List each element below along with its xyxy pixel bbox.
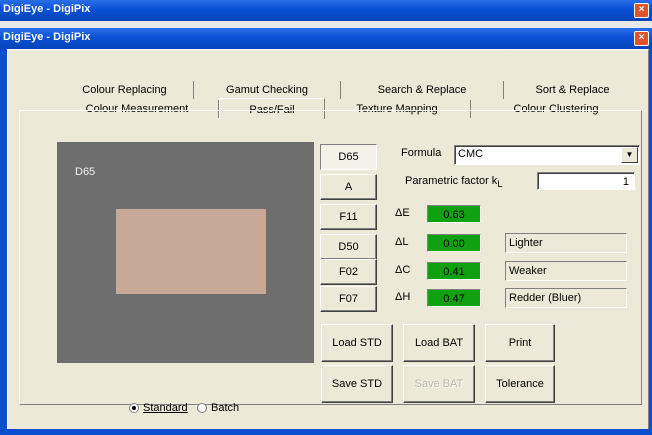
delta-c-label: ΔC [395, 264, 411, 276]
parametric-factor-text: Parametric factor k [405, 175, 498, 187]
outer-window-title: DigiEye - DigiPix [3, 3, 91, 15]
formula-value: CMC [458, 148, 484, 160]
delta-e-value: 0.63 [427, 205, 481, 223]
inner-window-title: DigiEye - DigiPix [3, 31, 91, 43]
delta-h-description: Redder (Bluer) [505, 288, 627, 308]
save-bat-button: Save BAT [403, 365, 475, 403]
colour-swatch [116, 209, 266, 294]
illuminant-button-a[interactable]: A [320, 174, 377, 200]
formula-select[interactable]: CMC ▼ [454, 145, 640, 165]
formula-label: Formula [401, 147, 442, 159]
tab-colour-replacing[interactable]: Colour Replacing [56, 81, 194, 99]
save-std-button[interactable]: Save STD [321, 365, 393, 403]
delta-e-label: ΔE [395, 207, 410, 219]
chevron-down-icon[interactable]: ▼ [621, 147, 638, 163]
delta-l-value: 0.00 [427, 234, 481, 252]
window-frame-left [0, 49, 7, 435]
delta-c-description: Weaker [505, 261, 627, 281]
inner-title-bar: DigiEye - DigiPix × [0, 28, 652, 49]
tab-row-top: Colour Replacing Gamut Checking Search &… [56, 81, 641, 99]
window-frame-bottom [0, 429, 652, 435]
inner-close-button[interactable]: × [634, 31, 649, 46]
illuminant-button-f07[interactable]: F07 [320, 286, 377, 312]
load-bat-button[interactable]: Load BAT [403, 324, 475, 362]
standard-radio[interactable]: Standard [129, 402, 188, 414]
tab-gamut-checking[interactable]: Gamut Checking [194, 81, 341, 99]
delta-l-label: ΔL [395, 236, 409, 248]
delta-l-description: Lighter [505, 233, 627, 253]
parametric-factor-input[interactable]: 1 [537, 172, 635, 190]
preview-illuminant-label: D65 [75, 166, 96, 178]
tolerance-button[interactable]: Tolerance [485, 365, 555, 403]
outer-title-bar: DigiEye - DigiPix × [0, 0, 652, 21]
parametric-factor-label: Parametric factor kL [405, 175, 502, 189]
outer-close-button[interactable]: × [634, 3, 649, 18]
batch-radio-label: Batch [211, 402, 240, 414]
delta-h-label: ΔH [395, 291, 411, 303]
window-gap [0, 21, 652, 28]
standard-radio-label: Standard [143, 402, 188, 414]
load-std-button[interactable]: Load STD [321, 324, 393, 362]
illuminant-button-f02[interactable]: F02 [320, 259, 377, 285]
batch-radio[interactable]: Batch [197, 402, 239, 414]
colour-preview-panel: D65 [57, 142, 314, 363]
parametric-factor-subscript: L [497, 179, 503, 190]
delta-c-value: 0.41 [427, 262, 481, 280]
delta-h-value: 0.47 [427, 289, 481, 307]
print-button[interactable]: Print [485, 324, 555, 362]
illuminant-button-d50[interactable]: D50 [320, 234, 377, 260]
standard-radio-dot[interactable] [129, 403, 139, 413]
illuminant-button-d65[interactable]: D65 [320, 144, 377, 170]
batch-radio-dot[interactable] [197, 403, 207, 413]
tab-sort-replace[interactable]: Sort & Replace [504, 81, 641, 99]
illuminant-button-f11[interactable]: F11 [320, 204, 377, 230]
tab-search-replace[interactable]: Search & Replace [341, 81, 504, 99]
